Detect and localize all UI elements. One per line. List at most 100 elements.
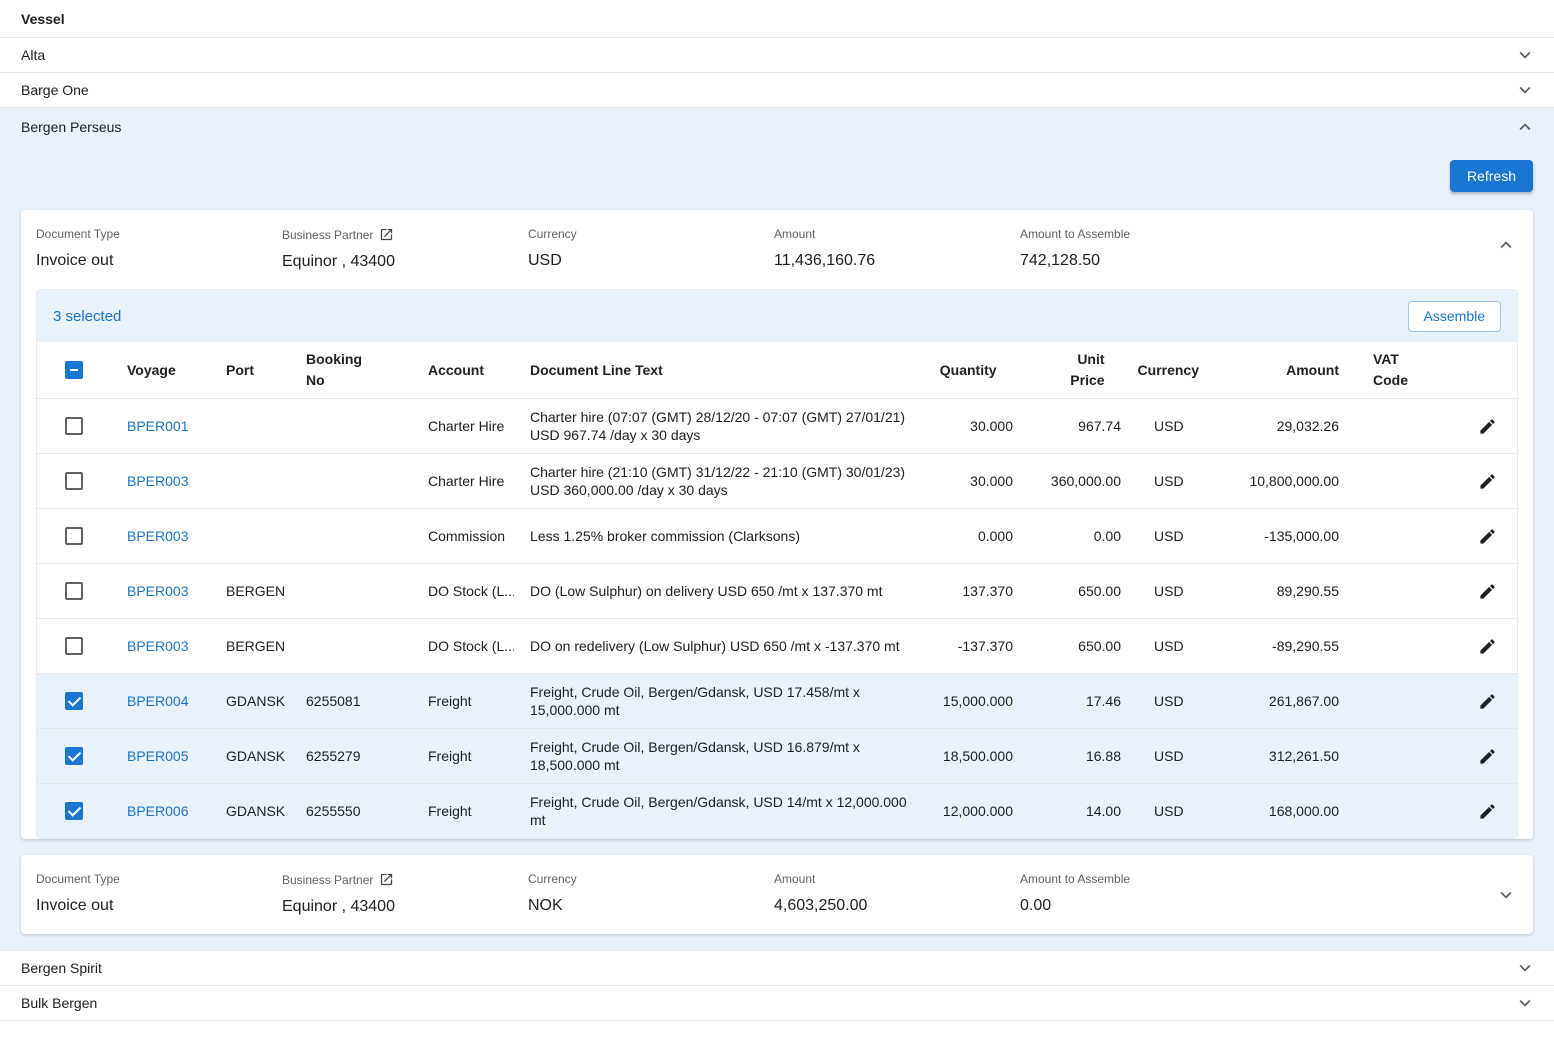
edit-line-button[interactable] xyxy=(1475,799,1500,824)
row-checkbox[interactable] xyxy=(65,637,83,655)
accordion-alta[interactable]: Alta xyxy=(0,38,1554,73)
quantity-cell: 30.000 xyxy=(935,399,1035,453)
port-cell: BERGEN xyxy=(210,619,290,673)
row-checkbox[interactable] xyxy=(65,582,83,600)
account-cell: Charter Hire xyxy=(414,454,514,508)
collapse-card-button[interactable] xyxy=(1493,232,1519,258)
business-partner-label-text: Business Partner xyxy=(282,873,373,887)
port-cell: GDANSK xyxy=(210,784,290,838)
column-header-port: Port xyxy=(210,342,290,398)
quantity-cell: 30.000 xyxy=(935,454,1035,508)
voyage-link[interactable]: BPER001 xyxy=(127,417,188,435)
row-select-cell xyxy=(37,619,111,673)
chevron-down-icon xyxy=(1514,44,1536,66)
row-select-cell xyxy=(37,729,111,783)
unit-price-cell: 360,000.00 xyxy=(1035,454,1138,508)
column-header-document-line-text: Document Line Text xyxy=(514,342,919,398)
currency-value: NOK xyxy=(528,896,762,915)
edit-line-button[interactable] xyxy=(1475,579,1500,604)
booking-no-cell xyxy=(290,619,414,673)
voyage-link[interactable]: BPER003 xyxy=(127,582,188,600)
row-checkbox[interactable] xyxy=(65,472,83,490)
unit-price-cell: 17.46 xyxy=(1035,674,1138,728)
row-select-cell xyxy=(37,784,111,838)
voyage-link[interactable]: BPER005 xyxy=(127,747,188,765)
vessel-list-header: Vessel xyxy=(0,0,1554,38)
voyage-cell: BPER003 xyxy=(111,454,210,508)
row-checkbox[interactable] xyxy=(65,692,83,710)
currency-label: Currency xyxy=(528,227,762,241)
row-checkbox[interactable] xyxy=(65,417,83,435)
edit-line-button[interactable] xyxy=(1475,524,1500,549)
vessel-list-title: Vessel xyxy=(21,11,65,27)
column-header-amount: Amount xyxy=(1199,342,1373,398)
currency-cell: USD xyxy=(1138,454,1199,508)
business-partner-label-text: Business Partner xyxy=(282,228,373,242)
unit-price-cell: 650.00 xyxy=(1035,619,1138,673)
edit-line-button[interactable] xyxy=(1475,634,1500,659)
port-cell xyxy=(210,509,290,563)
document-line-text-cell: Charter hire (21:10 (GMT) 31/12/22 - 21:… xyxy=(514,454,935,508)
account-cell: Freight xyxy=(414,784,514,838)
edit-line-button[interactable] xyxy=(1475,414,1500,439)
open-in-new-icon[interactable] xyxy=(379,872,394,887)
pencil-icon xyxy=(1478,637,1497,656)
row-checkbox[interactable] xyxy=(65,527,83,545)
edit-cell xyxy=(1457,564,1517,618)
assemble-button[interactable]: Assemble xyxy=(1408,301,1501,332)
edit-line-button[interactable] xyxy=(1475,689,1500,714)
accordion-barge-one[interactable]: Barge One xyxy=(0,73,1554,108)
row-select-cell xyxy=(37,674,111,728)
voyage-cell: BPER005 xyxy=(111,729,210,783)
table-row: BPER003 Commission Less 1.25% broker com… xyxy=(37,509,1517,564)
port-cell: BERGEN xyxy=(210,564,290,618)
currency-value: USD xyxy=(528,251,762,270)
voyage-link[interactable]: BPER004 xyxy=(127,692,188,710)
document-type-value: Invoice out xyxy=(36,896,270,915)
document-summary-fields: Document Type Invoice out Business Partn… xyxy=(21,855,1533,934)
edit-line-button[interactable] xyxy=(1475,744,1500,769)
amount-label: Amount xyxy=(774,227,1008,241)
account-cell: DO Stock (L... xyxy=(414,619,514,673)
accordion-label: Bulk Bergen xyxy=(21,995,97,1011)
refresh-button[interactable]: Refresh xyxy=(1450,160,1533,192)
accordion-bergen-perseus[interactable]: Bergen Perseus xyxy=(0,108,1554,146)
amount-cell: 312,261.50 xyxy=(1199,729,1373,783)
accordion-bergen-spirit[interactable]: Bergen Spirit xyxy=(0,951,1554,986)
voyage-link[interactable]: BPER006 xyxy=(127,802,188,820)
accordion-bulk-bergen[interactable]: Bulk Bergen xyxy=(0,986,1554,1021)
table-row: BPER003 BERGEN DO Stock (L... DO on rede… xyxy=(37,619,1517,674)
row-checkbox[interactable] xyxy=(65,747,83,765)
amount-to-assemble-value: 742,128.50 xyxy=(1020,251,1465,270)
table-row: BPER001 Charter Hire Charter hire (07:07… xyxy=(37,399,1517,454)
voyage-link[interactable]: BPER003 xyxy=(127,637,188,655)
chevron-down-icon xyxy=(1514,992,1536,1014)
open-in-new-icon[interactable] xyxy=(379,227,394,242)
pencil-icon xyxy=(1478,802,1497,821)
row-select-cell xyxy=(37,454,111,508)
quantity-cell: 137.370 xyxy=(935,564,1035,618)
table-header-row: Voyage Port Booking No Account Document … xyxy=(37,342,1517,399)
vat-code-cell xyxy=(1373,674,1457,728)
nok-document-card: Document Type Invoice out Business Partn… xyxy=(21,855,1533,934)
select-all-checkbox[interactable] xyxy=(65,361,83,379)
row-select-cell xyxy=(37,564,111,618)
voyage-link[interactable]: BPER003 xyxy=(127,527,188,545)
amount-cell: -89,290.55 xyxy=(1199,619,1373,673)
currency-cell: USD xyxy=(1138,509,1199,563)
account-cell: Charter Hire xyxy=(414,399,514,453)
expand-card-button[interactable] xyxy=(1493,882,1519,908)
vat-code-cell xyxy=(1373,619,1457,673)
pencil-icon xyxy=(1478,527,1497,546)
amount-to-assemble-label: Amount to Assemble xyxy=(1020,872,1465,886)
row-checkbox[interactable] xyxy=(65,802,83,820)
voyage-link[interactable]: BPER003 xyxy=(127,472,188,490)
pencil-icon xyxy=(1478,692,1497,711)
table-row: BPER003 Charter Hire Charter hire (21:10… xyxy=(37,454,1517,509)
edit-line-button[interactable] xyxy=(1475,469,1500,494)
section-toolbar: Refresh xyxy=(0,146,1554,192)
field-business-partner: Business Partner Equinor , 43400 xyxy=(282,872,528,916)
quantity-cell: 18,500.000 xyxy=(935,729,1035,783)
column-header-vat-code: VAT Code xyxy=(1373,342,1457,398)
usd-document-card: Document Type Invoice out Business Partn… xyxy=(21,210,1533,839)
